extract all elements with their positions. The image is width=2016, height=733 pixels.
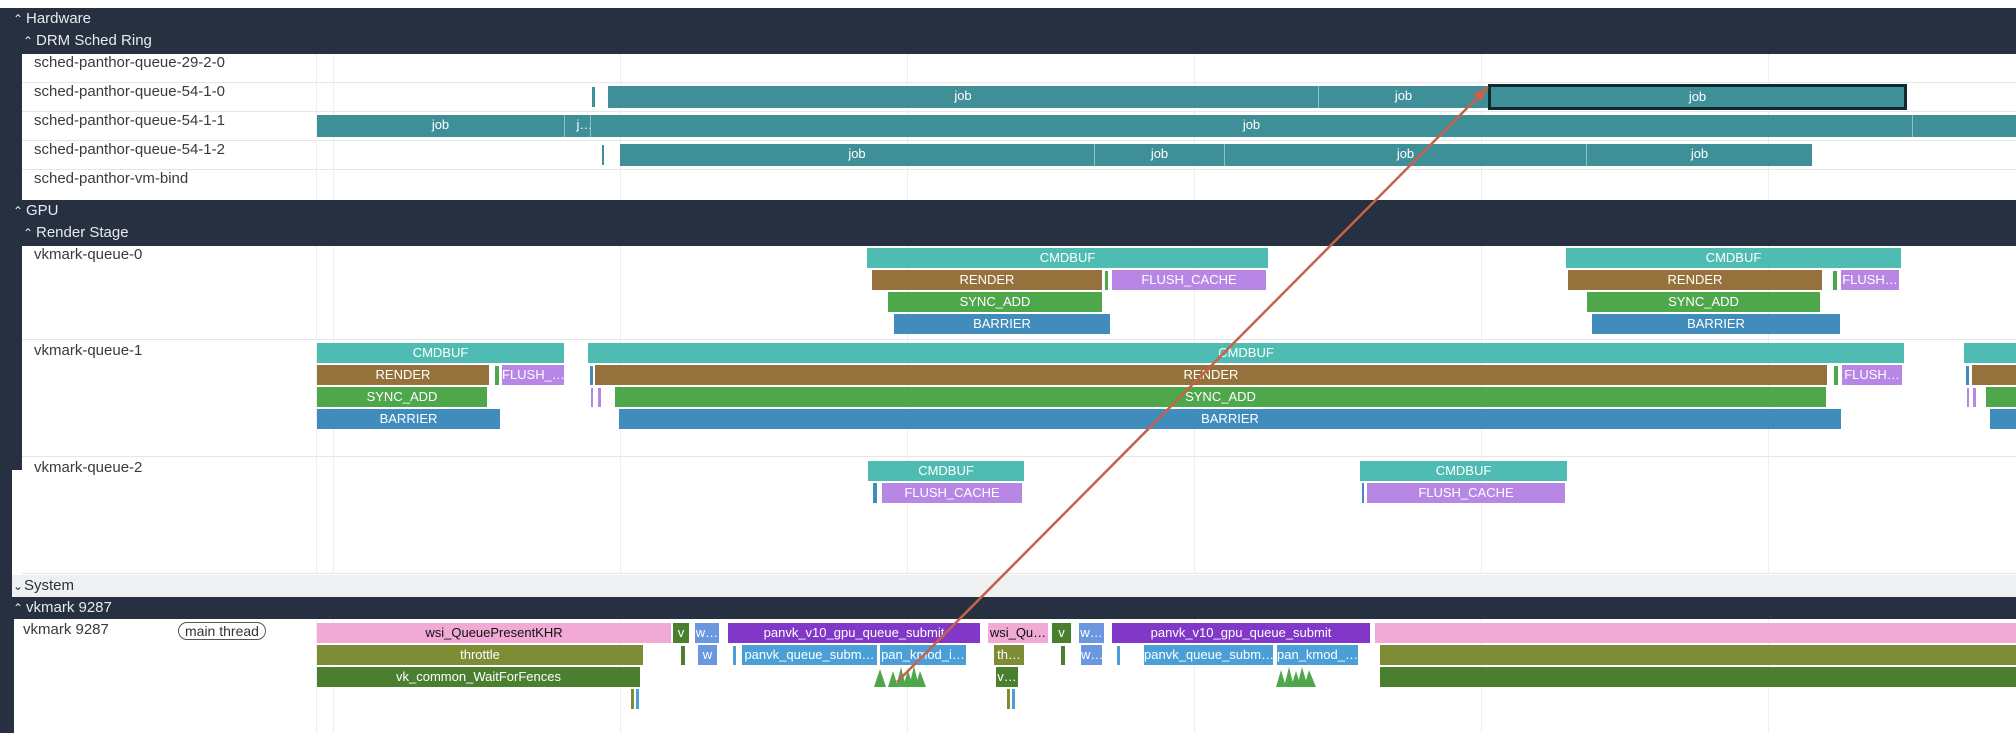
- activity-spikes: [874, 666, 1316, 687]
- flow-arrow[interactable]: [896, 86, 1489, 683]
- flow-overlay: [874, 86, 1489, 687]
- trace-viewer: ⌃ Hardware ⌃ DRM Sched Ring sched-panthor-…: [0, 0, 2016, 733]
